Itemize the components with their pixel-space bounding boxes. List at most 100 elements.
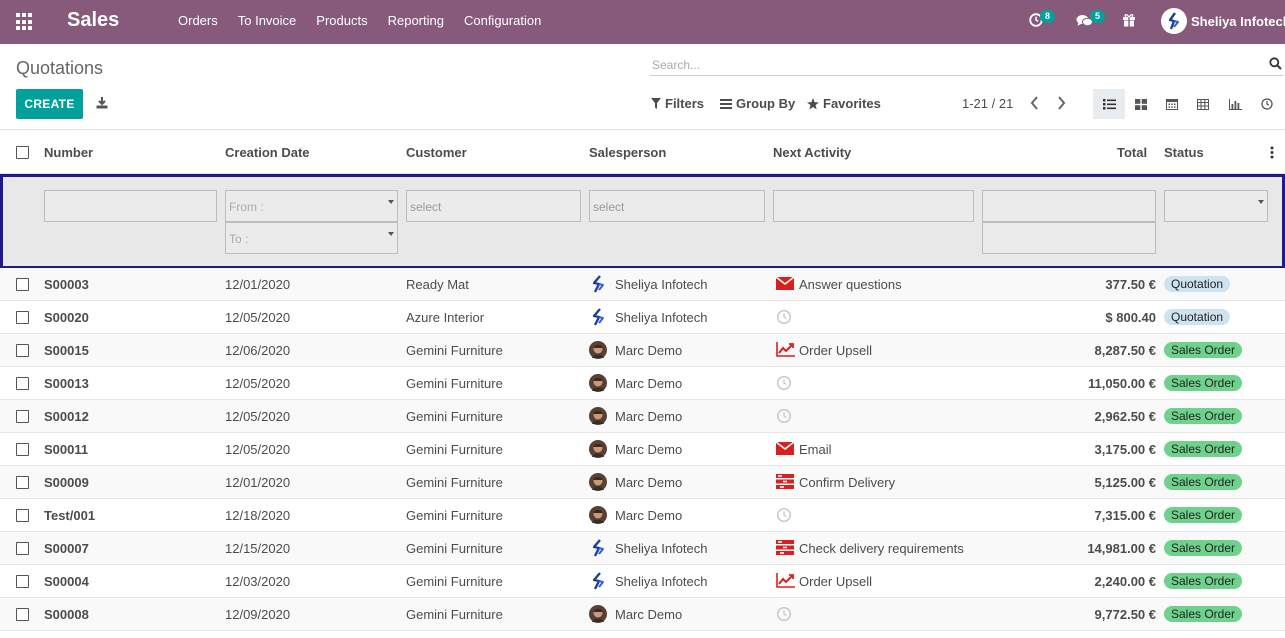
table-row[interactable]: Test/001 12/18/2020 Gemini Furniture Marc D… — [0, 499, 1285, 532]
row-checkbox[interactable] — [16, 509, 29, 522]
customer-filter-select[interactable]: select — [406, 190, 581, 222]
gift-icon[interactable] — [1122, 13, 1136, 27]
tasks-icon[interactable] — [776, 540, 794, 556]
status-filter-select[interactable] — [1164, 190, 1268, 222]
row-creation-date: 12/05/2020 — [225, 409, 291, 424]
clock-icon[interactable] — [776, 507, 794, 523]
clock-icon[interactable] — [776, 309, 794, 325]
row-total: $ 800.40 — [1105, 310, 1156, 325]
column-number[interactable]: Number — [44, 145, 93, 160]
groupby-button[interactable]: Group By — [720, 96, 795, 111]
menu-configuration[interactable]: Configuration — [454, 0, 551, 44]
row-total: 2,962.50 € — [1094, 409, 1156, 424]
row-number: S00003 — [44, 277, 89, 292]
table-row[interactable]: S00004 12/03/2020 Gemini Furniture Sheliya … — [0, 565, 1285, 598]
table-row[interactable]: S00015 12/06/2020 Gemini Furniture Marc Dem… — [0, 334, 1285, 367]
graph-view-button[interactable] — [1219, 89, 1251, 119]
apps-menu-icon[interactable] — [16, 13, 34, 31]
table-row[interactable]: S00012 12/05/2020 Gemini Furniture Marc Dem… — [0, 400, 1285, 433]
row-checkbox[interactable] — [16, 410, 29, 423]
pager-previous-icon[interactable] — [1030, 96, 1039, 110]
row-salesperson: Sheliya Infotech — [615, 574, 708, 589]
total-min-filter-input[interactable] — [982, 190, 1156, 222]
table-row[interactable]: S00013 12/05/2020 Gemini Furniture Marc Dem… — [0, 367, 1285, 400]
row-customer: Gemini Furniture — [406, 409, 503, 424]
column-salesperson[interactable]: Salesperson — [589, 145, 666, 160]
pager-value[interactable]: 1-21 / 21 — [962, 96, 1013, 111]
envelope-icon[interactable] — [775, 276, 795, 292]
bar-chart-icon — [1228, 98, 1242, 110]
column-next-activity[interactable]: Next Activity — [773, 145, 851, 160]
activity-view-button[interactable] — [1251, 89, 1283, 119]
row-total: 377.50 € — [1105, 277, 1156, 292]
activity-filter-input[interactable] — [773, 190, 974, 222]
menu-products[interactable]: Products — [306, 0, 377, 44]
user-name[interactable]: Sheliya Infotech — [1191, 14, 1285, 29]
column-status[interactable]: Status — [1164, 145, 1204, 160]
app-name[interactable]: Sales — [67, 9, 119, 32]
kanban-view-icon — [1135, 98, 1147, 110]
clock-icon[interactable] — [776, 375, 794, 391]
favorites-button[interactable]: Favorites — [807, 96, 881, 111]
column-customer[interactable]: Customer — [406, 145, 467, 160]
menu-reporting[interactable]: Reporting — [378, 0, 454, 44]
row-checkbox[interactable] — [16, 608, 29, 621]
clock-icon[interactable] — [776, 606, 794, 622]
row-customer: Gemini Furniture — [406, 343, 503, 358]
row-checkbox[interactable] — [16, 278, 29, 291]
row-checkbox[interactable] — [16, 542, 29, 555]
optional-columns-icon[interactable] — [1270, 146, 1274, 159]
row-checkbox[interactable] — [16, 476, 29, 489]
table-row[interactable]: S00009 12/01/2020 Gemini Furniture Marc Dem… — [0, 466, 1285, 499]
row-customer: Gemini Furniture — [406, 475, 503, 490]
pivot-view-button[interactable] — [1187, 89, 1219, 119]
envelope-icon[interactable] — [775, 441, 795, 457]
tasks-icon[interactable] — [776, 474, 794, 490]
status-badge: Sales Order — [1164, 540, 1243, 556]
date-to-filter[interactable]: To : — [225, 222, 398, 254]
top-navbar: Sales Orders To Invoice Products Reporti… — [0, 0, 1285, 44]
table-row[interactable]: S00003 12/01/2020 Ready Mat Sheliya Infotec… — [0, 268, 1285, 301]
create-button[interactable]: CREATE — [16, 89, 83, 119]
table-row[interactable]: S00008 12/09/2020 Gemini Furniture Marc Dem… — [0, 598, 1285, 631]
list-view-button[interactable] — [1093, 89, 1125, 119]
number-filter-input[interactable] — [44, 190, 217, 222]
row-customer: Gemini Furniture — [406, 607, 503, 622]
sheliya-logo-icon — [589, 572, 607, 590]
menu-to-invoice[interactable]: To Invoice — [228, 0, 307, 44]
search-icon[interactable] — [1269, 57, 1282, 70]
user-avatar[interactable] — [1161, 8, 1187, 34]
total-max-filter-input[interactable] — [982, 222, 1156, 254]
row-checkbox[interactable] — [16, 344, 29, 357]
user-avatar-icon — [589, 341, 607, 359]
download-icon[interactable] — [96, 97, 108, 109]
message-count-badge: 5 — [1090, 10, 1106, 23]
date-from-filter[interactable]: From : — [225, 190, 398, 222]
favorites-label: Favorites — [823, 96, 881, 111]
row-checkbox[interactable] — [16, 311, 29, 324]
salesperson-filter-select[interactable]: select — [589, 190, 765, 222]
select-all-checkbox[interactable] — [16, 146, 29, 159]
row-number: S00020 — [44, 310, 89, 325]
column-creation-date[interactable]: Creation Date — [225, 145, 310, 160]
row-checkbox[interactable] — [16, 443, 29, 456]
chart-line-icon[interactable] — [776, 342, 795, 358]
table-row[interactable]: S00007 12/15/2020 Gemini Furniture Sheliya … — [0, 532, 1285, 565]
table-row[interactable]: S00011 12/05/2020 Gemini Furniture Marc Dem… — [0, 433, 1285, 466]
table-row[interactable]: S00020 12/05/2020 Azure Interior Sheliya In… — [0, 301, 1285, 334]
row-customer: Gemini Furniture — [406, 442, 503, 457]
row-salesperson: Sheliya Infotech — [615, 310, 708, 325]
column-total[interactable]: Total — [1117, 145, 1147, 160]
chart-line-icon[interactable] — [776, 573, 795, 589]
menu-orders[interactable]: Orders — [168, 0, 228, 44]
row-customer: Gemini Furniture — [406, 574, 503, 589]
filters-button[interactable]: Filters — [651, 96, 704, 111]
kanban-view-button[interactable] — [1125, 89, 1157, 119]
calendar-view-button[interactable] — [1156, 89, 1188, 119]
pager-next-icon[interactable] — [1057, 96, 1066, 110]
clock-icon[interactable] — [776, 408, 794, 424]
row-checkbox[interactable] — [16, 377, 29, 390]
search-input[interactable] — [650, 54, 1283, 76]
row-number: S00013 — [44, 376, 89, 391]
row-checkbox[interactable] — [16, 575, 29, 588]
